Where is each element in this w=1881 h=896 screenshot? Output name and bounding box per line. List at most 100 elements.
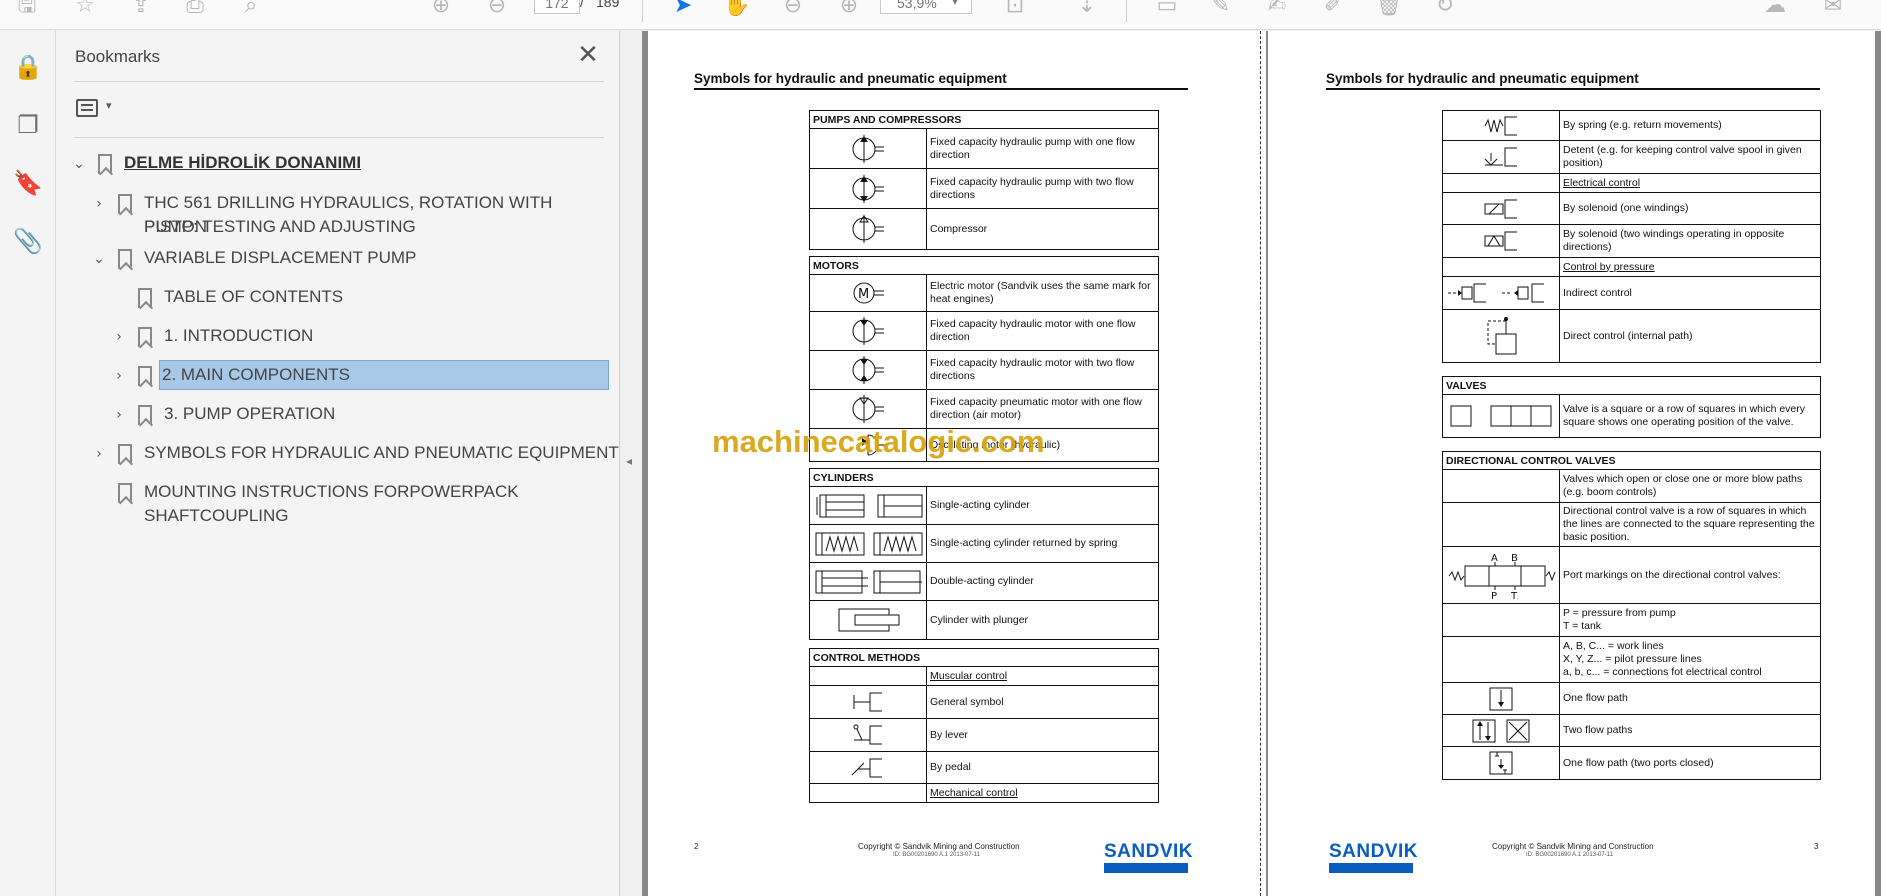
- symbol-description: Cylinder with plunger: [930, 613, 1029, 626]
- table-row: Double-acting cylinder: [810, 563, 1158, 601]
- table-row: By lever: [810, 719, 1158, 752]
- bookmark-label[interactable]: 1. INTRODUCTION: [162, 322, 315, 350]
- document-view[interactable]: Symbols for hydraulic and pneumatic equi…: [642, 31, 1881, 896]
- upload-icon[interactable]: ⇪: [126, 0, 156, 18]
- search-icon[interactable]: ⌕: [236, 0, 266, 18]
- table-title: CYLINDERS: [810, 469, 1158, 487]
- page-number: 3: [1814, 842, 1819, 851]
- bookmark-label[interactable]: DELME HİDROLİK DONANIMI: [122, 149, 363, 177]
- detent-symbol: [1484, 147, 1517, 167]
- symbol-cell: [810, 719, 927, 751]
- direct-control-symbol: [1487, 317, 1517, 355]
- symbol-cell: [1443, 174, 1560, 192]
- logo-bar: [1329, 863, 1413, 873]
- chevron-right-icon[interactable]: ›: [110, 328, 128, 346]
- spring-return-cylinder-symbol: [815, 532, 923, 555]
- symbol-description: Double-acting cylinder: [930, 575, 1034, 587]
- page-number-input[interactable]: 172: [534, 0, 580, 14]
- lock-icon[interactable]: 🔒: [12, 51, 44, 83]
- symbol-cell: [810, 563, 927, 600]
- chevron-down-icon[interactable]: ▾: [952, 0, 958, 8]
- print-icon[interactable]: ⎙: [180, 0, 210, 18]
- bookmark-label[interactable]: 2. MAIN COMPONENTS: [159, 360, 609, 390]
- bookmark-item[interactable]: › 3. PUMP OPERATION: [110, 400, 610, 434]
- table-title: CONTROL METHODS: [810, 649, 1158, 667]
- bookmark-icon: [138, 288, 152, 308]
- symbol-cell: [1443, 141, 1560, 173]
- bookmark-item[interactable]: › 1. INTRODUCTION: [110, 322, 610, 356]
- symbol-cell: [1443, 310, 1560, 362]
- solenoid-two-windings-symbol: [1484, 231, 1517, 251]
- page-total: 189: [596, 0, 620, 10]
- table-row: Muscular control: [810, 667, 1158, 686]
- bookmark-options-button[interactable]: ▾: [76, 97, 122, 123]
- lever-control-symbol: [853, 724, 882, 745]
- symbol-description: Detent (e.g. for keeping control valve s…: [1563, 144, 1802, 169]
- bookmark-label[interactable]: VARIABLE DISPLACEMENT PUMP: [142, 244, 418, 272]
- bookmark-item[interactable]: ⌄ VARIABLE DISPLACEMENT PUMP: [90, 244, 610, 278]
- sandvik-logo: SANDVIK: [1329, 841, 1419, 873]
- electric-motor-symbol: M: [853, 282, 884, 304]
- symbol-cell: [810, 312, 927, 350]
- bookmark-item-selected[interactable]: › 2. MAIN COMPONENTS: [110, 360, 610, 395]
- indirect-control-symbol: [1448, 283, 1544, 303]
- symbol-cell: [1443, 470, 1560, 502]
- chevron-right-icon[interactable]: ›: [110, 406, 128, 424]
- page-down-icon[interactable]: ⊖: [482, 0, 512, 18]
- email-icon[interactable]: ✉: [1818, 0, 1848, 18]
- zoom-out-icon[interactable]: ⊖: [778, 0, 808, 18]
- toolbar-divider: [1126, 0, 1127, 22]
- collapse-panel-handle[interactable]: ◂: [622, 446, 636, 476]
- chevron-right-icon[interactable]: ›: [90, 445, 108, 463]
- zoom-in-icon[interactable]: ⊕: [834, 0, 864, 18]
- bookmark-item[interactable]: TABLE OF CONTENTS: [110, 283, 610, 317]
- close-icon[interactable]: ✕: [574, 41, 602, 69]
- star-icon[interactable]: ☆: [70, 0, 100, 18]
- paperclip-icon[interactable]: 📎: [12, 225, 44, 257]
- bookmark-label-line2[interactable]: SHAFTCOUPLING: [142, 502, 291, 530]
- bookmark-item[interactable]: › SYMBOLS FOR HYDRAULIC AND PNEUMATIC EQ…: [90, 439, 619, 473]
- symbol-description: By pedal: [930, 761, 971, 773]
- single-acting-cylinder-symbol: [816, 494, 923, 517]
- bookmark-icon: [118, 249, 132, 269]
- table-title: MOTORS: [810, 257, 1158, 275]
- chevron-down-icon[interactable]: ⌄: [90, 250, 108, 268]
- chevron-down-icon[interactable]: ⌄: [70, 155, 88, 173]
- select-cursor-icon[interactable]: ➤: [668, 0, 698, 18]
- table-row: P = pressure from pump T = tank: [1443, 604, 1820, 637]
- save-icon[interactable]: 🖫: [12, 0, 42, 18]
- bookmark-item[interactable]: MOUNTING INSTRUCTIONS FORPOWERPACK SHAFT…: [90, 478, 610, 532]
- draw-icon[interactable]: ✍: [1262, 0, 1292, 18]
- highlight-icon[interactable]: ✎: [1206, 0, 1236, 18]
- scroll-icon[interactable]: ⇣: [1072, 0, 1102, 18]
- symbol-cell: [1443, 637, 1560, 682]
- fit-page-icon[interactable]: ⊡: [1000, 0, 1030, 18]
- chevron-right-icon[interactable]: ›: [90, 195, 108, 213]
- hand-icon[interactable]: ✋: [722, 0, 752, 18]
- list-options-icon: [76, 99, 98, 117]
- pages-icon[interactable]: ❐: [12, 109, 44, 141]
- bookmark-label[interactable]: SYMBOLS FOR HYDRAULIC AND PNEUMATIC EQUI…: [142, 439, 621, 467]
- bookmark-label-line2[interactable]: PUMP: TESTING AND ADJUSTING: [142, 213, 418, 241]
- edit-icon[interactable]: ✐: [1318, 0, 1348, 18]
- valves-table: VALVES Valve is a square or a row of squ…: [1442, 376, 1821, 438]
- symbol-cell: [1443, 111, 1560, 140]
- zoom-level-input[interactable]: 53,9%: [880, 0, 972, 14]
- bookmark-item[interactable]: › THC 561 DRILLING HYDRAULICS, ROTATION …: [90, 189, 610, 243]
- bookmark-label[interactable]: TABLE OF CONTENTS: [162, 283, 345, 311]
- bookmark-label[interactable]: 3. PUMP OPERATION: [162, 400, 337, 428]
- bookmark-item[interactable]: ⌄ DELME HİDROLİK DONANIMI: [70, 149, 610, 183]
- bookmark-icon[interactable]: 🔖: [12, 167, 44, 199]
- share-icon[interactable]: ☁: [1760, 0, 1790, 18]
- rotate-icon[interactable]: ↻: [1430, 0, 1460, 18]
- page-up-icon[interactable]: ⊕: [426, 0, 456, 18]
- chevron-right-icon[interactable]: ›: [110, 367, 128, 385]
- logo-text: SANDVIK: [1329, 841, 1419, 862]
- two-flow-paths-symbol: [1472, 719, 1530, 742]
- delete-icon[interactable]: 🗑: [1374, 0, 1404, 18]
- bookmark-icon: [138, 366, 152, 386]
- control-methods-continued-table: By spring (e.g. return movements) Detent…: [1442, 110, 1821, 363]
- symbol-cell: [810, 209, 927, 249]
- symbol-description: One flow path (two ports closed): [1563, 756, 1714, 769]
- comment-icon[interactable]: ▭: [1152, 0, 1182, 18]
